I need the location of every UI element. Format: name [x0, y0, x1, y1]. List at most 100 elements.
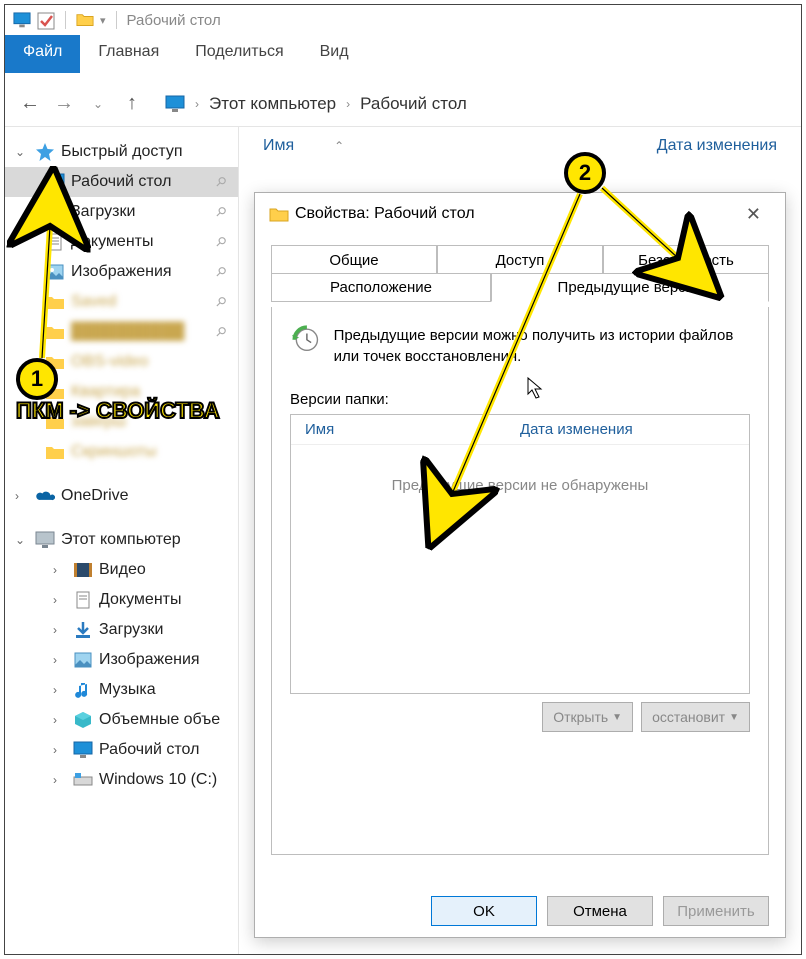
tree-3dobjects[interactable]: ›Объемные объе — [5, 705, 238, 735]
chevron-right-icon[interactable]: › — [53, 563, 67, 577]
chevron-right-icon[interactable]: › — [53, 683, 67, 697]
chevron-right-icon[interactable]: › — [53, 743, 67, 757]
tree-pinned-folder[interactable]: ██████████⚲ — [5, 317, 238, 347]
chevron-right-icon[interactable]: › — [15, 489, 29, 503]
tree-label: Загрузки — [99, 621, 163, 639]
tree-label: Документы — [71, 233, 153, 251]
titlebar: ▾ Рабочий стол — [5, 5, 801, 35]
tree-label: Этот компьютер — [61, 531, 181, 549]
monitor-icon — [35, 531, 55, 549]
tree-this-pc[interactable]: ⌄ Этот компьютер — [5, 525, 238, 555]
chevron-down-icon[interactable]: ⌄ — [15, 145, 29, 159]
folder-icon — [269, 205, 289, 223]
drive-icon — [73, 771, 93, 789]
download-icon — [45, 203, 65, 221]
ribbon-tab-view[interactable]: Вид — [302, 35, 367, 73]
tree-label: Видео — [99, 561, 146, 579]
col-name[interactable]: Имя — [263, 137, 294, 154]
navbar: ← → ⌄ ↑ › Этот компьютер › Рабочий стол — [5, 81, 801, 127]
picture-icon — [73, 651, 93, 669]
pin-icon: ⚲ — [212, 173, 230, 191]
pin-icon: ⚲ — [212, 233, 230, 251]
chevron-down-icon[interactable]: ⌄ — [15, 533, 29, 547]
versions-empty: Предыдущие версии не обнаружены — [291, 445, 749, 494]
chevron-right-icon[interactable]: › — [53, 593, 67, 607]
nav-back-icon[interactable]: ← — [19, 92, 41, 115]
ribbon-tab-file[interactable]: Файл — [5, 35, 80, 73]
checkbox-icon[interactable] — [37, 12, 55, 28]
tree-documents[interactable]: Документы ⚲ — [5, 227, 238, 257]
monitor-icon — [73, 741, 93, 759]
nav-history-icon[interactable]: ⌄ — [87, 97, 109, 111]
pin-icon: ⚲ — [212, 323, 230, 341]
star-icon — [35, 143, 55, 161]
tab-sharing[interactable]: Доступ — [437, 245, 603, 274]
versions-label: Версии папки: — [290, 391, 750, 408]
tab-previous-versions[interactable]: Предыдущие версии — [491, 273, 769, 302]
ribbon-tab-share[interactable]: Поделиться — [177, 35, 301, 73]
breadcrumb[interactable]: › Этот компьютер › Рабочий стол — [165, 94, 467, 114]
sort-caret-icon: ⌃ — [334, 139, 344, 153]
nav-forward-icon: → — [53, 92, 75, 115]
dropdown-icon: ▼ — [612, 712, 622, 723]
tree-downloads2[interactable]: › Загрузки — [5, 615, 238, 645]
ribbon-tab-home[interactable]: Главная — [80, 35, 177, 73]
nav-up-icon[interactable]: ↑ — [121, 92, 143, 115]
dialog-titlebar[interactable]: Свойства: Рабочий стол ✕ — [255, 193, 785, 235]
tree-music[interactable]: › Музыка — [5, 675, 238, 705]
chevron-right-icon[interactable]: › — [195, 97, 199, 111]
tree-label: Изображения — [71, 263, 172, 281]
tree-desktop[interactable]: Рабочий стол ⚲ — [5, 167, 238, 197]
chevron-right-icon[interactable]: › — [53, 653, 67, 667]
tree-drive-c[interactable]: ›Windows 10 (C:) — [5, 765, 238, 795]
qat-dropdown-icon[interactable]: ▾ — [100, 14, 106, 27]
annotation-badge-2: 2 — [564, 152, 606, 194]
tree-pictures2[interactable]: › Изображения — [5, 645, 238, 675]
sidebar: ⌄ Быстрый доступ Рабочий стол ⚲ Загрузки… — [5, 127, 239, 954]
tree-downloads[interactable]: Загрузки ⚲ — [5, 197, 238, 227]
tree-documents2[interactable]: › Документы — [5, 585, 238, 615]
vcol-date[interactable]: Дата изменения — [520, 421, 735, 438]
chevron-right-icon[interactable]: › — [53, 623, 67, 637]
tree-label: Документы — [99, 591, 181, 609]
video-icon — [73, 561, 93, 579]
col-date[interactable]: Дата изменения — [657, 137, 777, 154]
ribbon: Файл Главная Поделиться Вид — [5, 35, 801, 73]
tree-pinned-folder[interactable]: Saved⚲ — [5, 287, 238, 317]
tree-desktop2[interactable]: › Рабочий стол — [5, 735, 238, 765]
tree-pinned-folder[interactable]: Скриншоты — [5, 437, 238, 467]
ok-button[interactable]: OK — [431, 896, 537, 926]
tab-location[interactable]: Расположение — [271, 273, 491, 302]
tab-content: Предыдущие версии можно получить из исто… — [271, 307, 769, 855]
tree-label: Музыка — [99, 681, 156, 699]
tree-label: Изображения — [99, 651, 200, 669]
chevron-right-icon[interactable]: › — [53, 773, 67, 787]
tree-pictures[interactable]: Изображения ⚲ — [5, 257, 238, 287]
vcol-name[interactable]: Имя — [305, 421, 520, 438]
crumb-current[interactable]: Рабочий стол — [360, 94, 467, 114]
column-headers[interactable]: Имя ⌃ Дата изменения — [239, 127, 801, 165]
crumb-root[interactable]: Этот компьютер — [209, 94, 336, 114]
tree-quick-access[interactable]: ⌄ Быстрый доступ — [5, 137, 238, 167]
chevron-right-icon[interactable]: › — [346, 97, 350, 111]
annotation-badge-1: 1 — [16, 358, 58, 400]
download-icon — [73, 621, 93, 639]
chevron-right-icon[interactable]: › — [53, 713, 67, 727]
tab-general[interactable]: Общие — [271, 245, 437, 274]
close-icon[interactable]: ✕ — [736, 200, 771, 229]
tree-onedrive[interactable]: › OneDrive — [5, 481, 238, 511]
cancel-button[interactable]: Отмена — [547, 896, 653, 926]
dialog-title: Свойства: Рабочий стол — [295, 205, 475, 223]
dialog-buttons: OK Отмена Применить — [255, 885, 785, 937]
tree-label: OneDrive — [61, 487, 129, 505]
info-text: Предыдущие версии можно получить из исто… — [334, 325, 750, 367]
tree-label: Рабочий стол — [71, 173, 171, 191]
annotation-text-1: ПКМ -> СВОЙСТВА — [16, 398, 220, 424]
properties-dialog: Свойства: Рабочий стол ✕ Общие Доступ Бе… — [254, 192, 786, 938]
tree-videos[interactable]: › Видео — [5, 555, 238, 585]
tab-security[interactable]: Безопасность — [603, 245, 769, 274]
folder-icon — [76, 12, 94, 28]
versions-list[interactable]: Имя Дата изменения Предыдущие версии не … — [290, 414, 750, 694]
tree-label: Рабочий стол — [99, 741, 199, 759]
restore-clock-icon — [290, 325, 320, 367]
